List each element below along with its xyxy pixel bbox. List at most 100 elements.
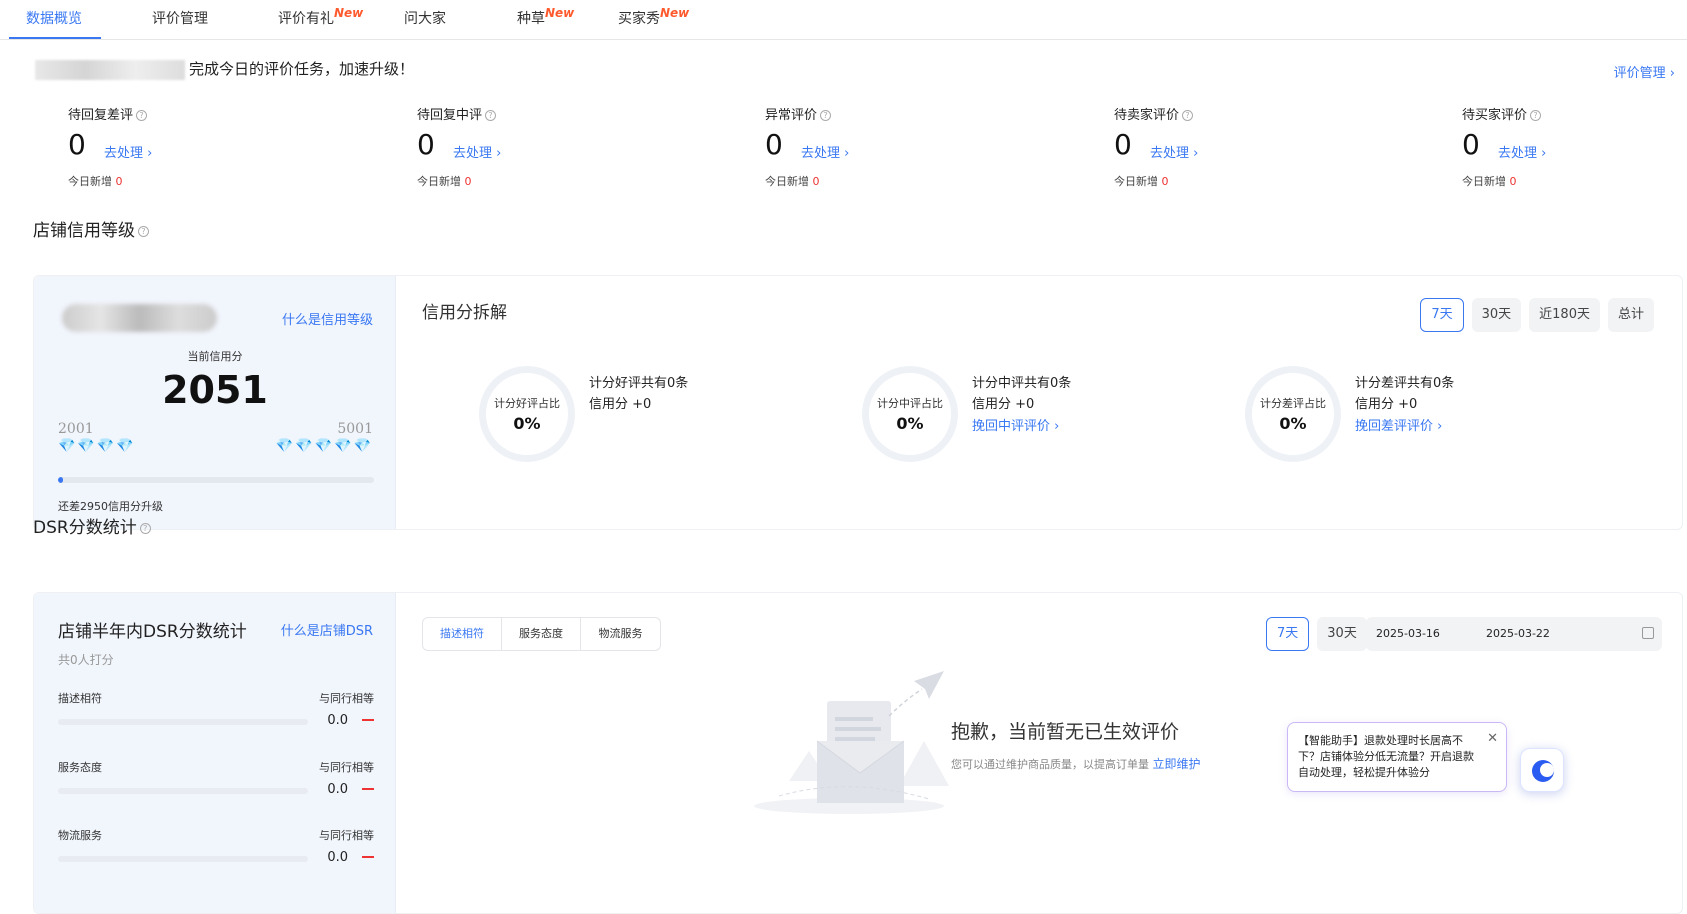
- assistant-text: 【智能助手】退款处理时长居高不下？店铺体验分低无流量？开启退款自动处理，轻松提升…: [1298, 734, 1474, 779]
- process-link[interactable]: 去处理 ›: [1498, 142, 1546, 161]
- period-7d[interactable]: 7天: [1420, 298, 1464, 332]
- what-is-dsr-link[interactable]: 什么是店铺DSR: [281, 620, 373, 639]
- smart-assistant-popup[interactable]: 【智能助手】退款处理时长居高不下？店铺体验分低无流量？开启退款自动处理，轻松提升…: [1287, 722, 1507, 792]
- today-new: 今日新增 0: [765, 175, 820, 188]
- metric-service: 服务态度 与同行相等 0.0: [58, 761, 374, 797]
- seg-service[interactable]: 服务态度: [502, 618, 581, 650]
- credit-progress-fill: [58, 477, 64, 483]
- stat-title: 待买家评价: [1462, 108, 1528, 123]
- stat-pending-buyer: 待买家评价? 0 去处理 › 今日新增 0: [1462, 104, 1662, 188]
- new-badge: New: [334, 6, 364, 20]
- today-new: 今日新增 0: [417, 175, 472, 188]
- stat-value: 0: [68, 128, 86, 161]
- diamond-icons-next: 💎💎💎💎💎: [275, 438, 373, 454]
- credit-period-selector: 7天 30天 近180天 总计: [1420, 298, 1654, 332]
- tab-review-gift[interactable]: 评价有礼New: [278, 6, 364, 28]
- help-icon[interactable]: ?: [138, 225, 149, 237]
- stat-value: 0: [765, 128, 783, 161]
- stat-pending-seller: 待卖家评价? 0 去处理 › 今日新增 0: [1114, 104, 1364, 188]
- calendar-icon: [1642, 627, 1654, 639]
- review-management-link[interactable]: 评价管理 ›: [1614, 62, 1675, 81]
- tab-data-overview[interactable]: 数据概览: [26, 8, 82, 28]
- dash-icon: [362, 856, 374, 858]
- current-credit-label: 当前信用分: [187, 350, 243, 363]
- dsr-section-title: DSR分数统计?: [33, 513, 151, 538]
- stat-title: 待回复中评: [417, 108, 483, 123]
- moon-icon: [1532, 760, 1554, 782]
- new-badge: New: [660, 6, 690, 20]
- help-icon[interactable]: ?: [1530, 110, 1542, 121]
- stat-title: 异常评价: [765, 108, 818, 123]
- tab-review-management[interactable]: 评价管理: [152, 8, 208, 28]
- metric-logistics: 物流服务 与同行相等 0.0: [58, 829, 374, 865]
- what-is-credit-link[interactable]: 什么是信用等级: [282, 309, 373, 328]
- task-banner: 完成今日的评价任务，加速升级！: [35, 58, 414, 80]
- stat-pending-neutral: 待回复中评? 0 去处理 › 今日新增 0: [417, 104, 667, 188]
- stat-title: 待回复差评: [68, 108, 134, 123]
- dsr-period-30d[interactable]: 30天: [1317, 617, 1367, 651]
- tab-buyer-show[interactable]: 买家秀New: [618, 6, 690, 28]
- stat-abnormal: 异常评价? 0 去处理 › 今日新增 0: [765, 104, 1015, 188]
- credit-breakdown-title: 信用分拆解: [422, 303, 507, 323]
- close-icon[interactable]: ✕: [1487, 731, 1498, 747]
- credit-section-title: 店铺信用等级?: [33, 216, 149, 241]
- date-end: 2025-03-22: [1486, 627, 1550, 640]
- help-icon[interactable]: ?: [139, 522, 151, 534]
- tab-grass[interactable]: 种草New: [517, 6, 575, 28]
- dsr-summary-panel: 店铺半年内DSR分数统计 什么是店铺DSR 共0人打分 描述相符 与同行相等 0…: [34, 593, 396, 913]
- process-link[interactable]: 去处理 ›: [801, 142, 849, 161]
- process-link[interactable]: 去处理 ›: [104, 142, 152, 161]
- new-badge: New: [545, 6, 575, 20]
- ratio-ring: 计分差评占比 0%: [1245, 366, 1341, 462]
- maintain-now-link[interactable]: 立即维护: [1153, 757, 1201, 771]
- date-start: 2025-03-16: [1376, 627, 1440, 640]
- metric-bar: [58, 856, 308, 862]
- dsr-period-selector: 7天 30天: [1266, 617, 1367, 651]
- empty-mail-illustration: [754, 671, 949, 814]
- dsr-period-7d[interactable]: 7天: [1266, 617, 1310, 651]
- seg-logistics[interactable]: 物流服务: [581, 618, 660, 650]
- stat-value: 0: [417, 128, 435, 161]
- redacted-avatar: [62, 304, 217, 332]
- rating-count: 共0人打分: [58, 653, 114, 667]
- help-icon[interactable]: ?: [136, 110, 148, 121]
- banner-text: 完成今日的评价任务，加速升级！: [189, 60, 415, 78]
- help-icon[interactable]: ?: [485, 110, 497, 121]
- current-credit-value: 2051: [162, 368, 268, 412]
- empty-subtitle: 您可以通过维护商品质量，以提高订单量 立即维护: [951, 757, 1201, 771]
- period-30d[interactable]: 30天: [1471, 298, 1522, 332]
- credit-card: 什么是信用等级 当前信用分 2051 2001 5001 💎💎💎💎 💎💎💎💎💎 …: [33, 275, 1683, 530]
- period-total[interactable]: 总计: [1607, 298, 1654, 332]
- metric-description: 描述相符 与同行相等 0.0: [58, 692, 374, 728]
- seg-description[interactable]: 描述相符: [423, 618, 502, 650]
- stat-value: 0: [1114, 128, 1132, 161]
- dash-icon: [362, 719, 374, 721]
- assistant-button[interactable]: [1520, 748, 1564, 792]
- recover-negative-link[interactable]: 挽回差评评价 ›: [1355, 415, 1442, 434]
- credit-score-panel: 什么是信用等级 当前信用分 2051 2001 5001 💎💎💎💎 💎💎💎💎💎 …: [34, 276, 396, 529]
- process-link[interactable]: 去处理 ›: [1150, 142, 1198, 161]
- help-icon[interactable]: ?: [1182, 110, 1194, 121]
- dsr-title: 店铺半年内DSR分数统计: [58, 622, 247, 642]
- ratio-ring: 计分好评占比 0%: [479, 366, 575, 462]
- metric-bar: [58, 719, 308, 725]
- empty-title: 抱歉，当前暂无已生效评价: [951, 721, 1180, 743]
- metric-bar: [58, 788, 308, 794]
- credit-progress-bar: [58, 477, 374, 483]
- stat-pending-negative: 待回复差评? 0 去处理 › 今日新增 0: [68, 104, 318, 188]
- dsr-metric-tabs: 描述相符 服务态度 物流服务: [422, 617, 661, 651]
- today-new: 今日新增 0: [68, 175, 123, 188]
- date-range-picker[interactable]: 2025-03-16 2025-03-22: [1366, 617, 1662, 651]
- top-tab-bar: 数据概览 评价管理 评价有礼New 问大家 种草New 买家秀New: [0, 0, 1687, 40]
- help-icon[interactable]: ?: [820, 110, 832, 121]
- range-low: 2001: [58, 421, 94, 437]
- diamond-icons-current: 💎💎💎💎: [58, 438, 136, 454]
- active-tab-indicator: [9, 37, 101, 39]
- range-high: 5001: [337, 421, 373, 437]
- stat-title: 待卖家评价: [1114, 108, 1180, 123]
- process-link[interactable]: 去处理 ›: [453, 142, 501, 161]
- period-180d[interactable]: 近180天: [1529, 298, 1600, 332]
- today-new: 今日新增 0: [1114, 175, 1169, 188]
- recover-neutral-link[interactable]: 挽回中评评价 ›: [972, 415, 1059, 434]
- tab-ask-everyone[interactable]: 问大家: [404, 8, 446, 28]
